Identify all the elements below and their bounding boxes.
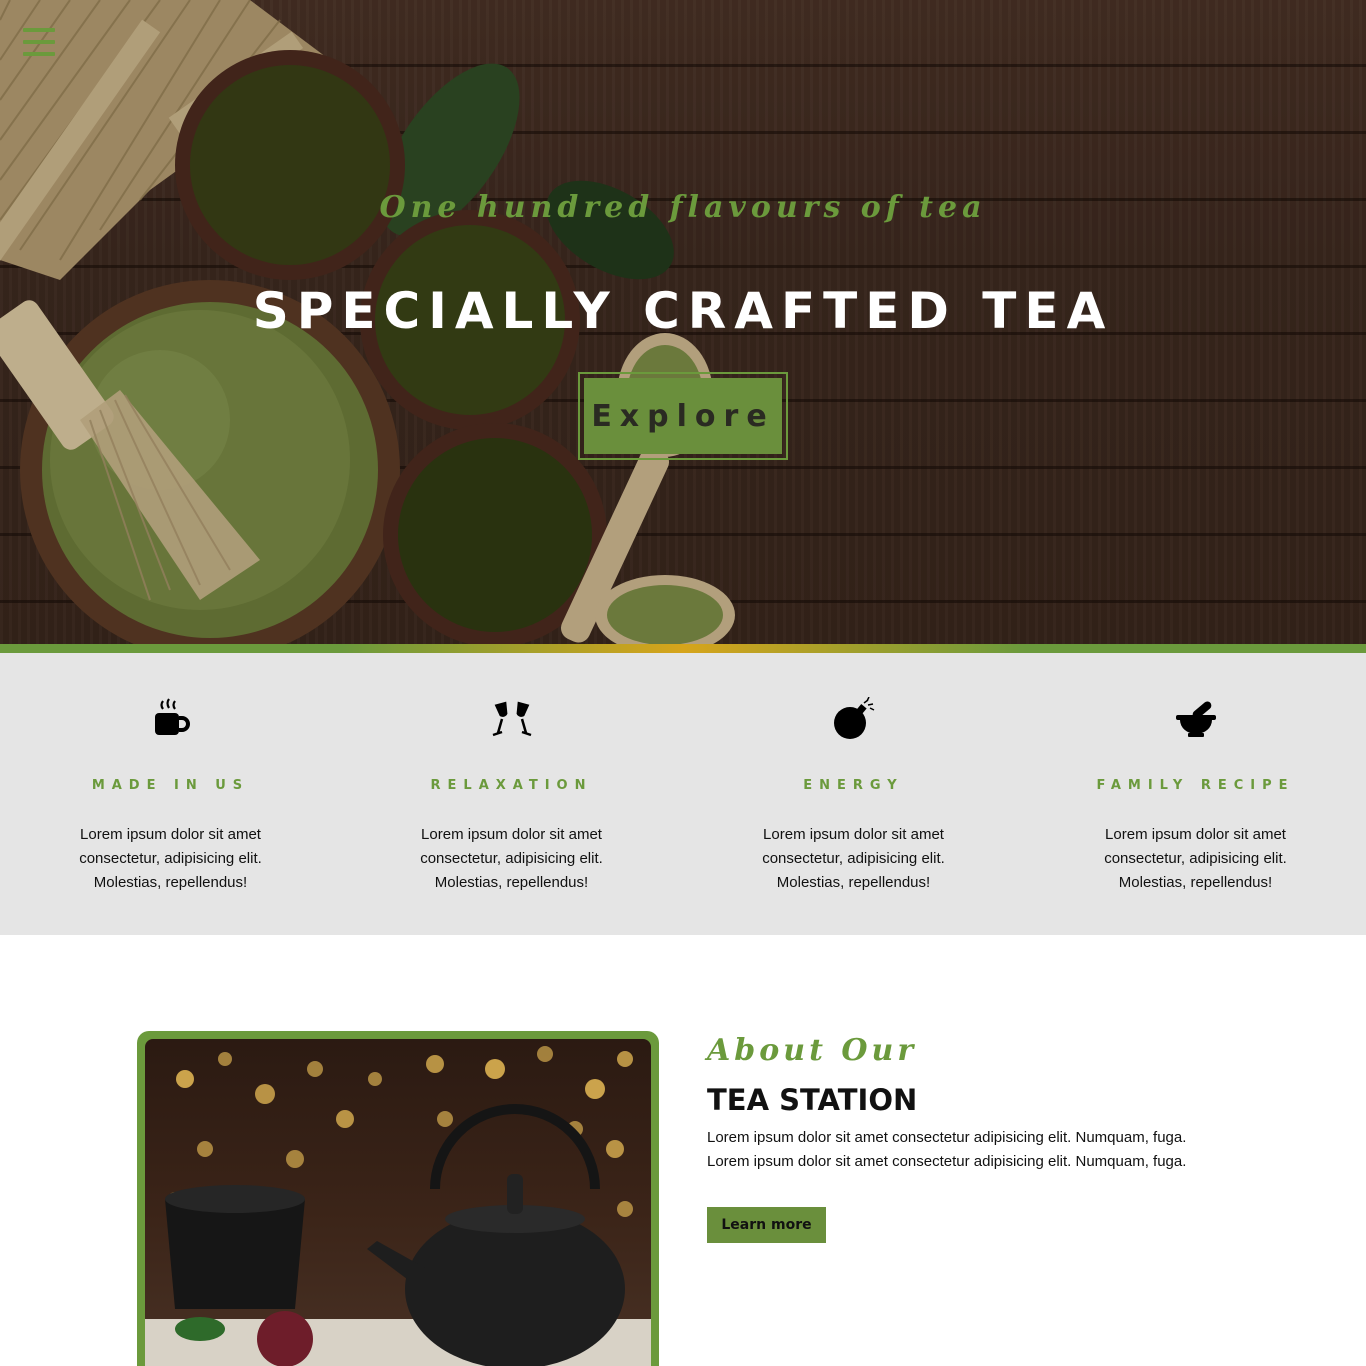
bomb-icon bbox=[833, 697, 874, 739]
glasses-cheers-icon bbox=[492, 701, 531, 737]
hot-coffee-mug-icon bbox=[154, 698, 190, 735]
hero-accent-bar bbox=[0, 644, 1366, 653]
about-photo-frame bbox=[137, 1031, 659, 1366]
feature-energy: ENERGY Lorem ipsum dolor sit amet consec… bbox=[683, 653, 1024, 935]
about-script-heading: About Our bbox=[707, 1033, 918, 1068]
feature-text: Lorem ipsum dolor sit amet consectetur, … bbox=[420, 826, 603, 891]
teapot-photo bbox=[145, 1039, 651, 1366]
feature-text: Lorem ipsum dolor sit amet consectetur, … bbox=[79, 826, 262, 891]
teapot-scene bbox=[145, 1046, 651, 1366]
feature-relaxation: RELAXATION Lorem ipsum dolor sit amet co… bbox=[341, 653, 682, 935]
feature-title: FAMILY RECIPE bbox=[1096, 778, 1295, 793]
hero-section: One hundred flavours of tea SPECIALLY CR… bbox=[0, 0, 1366, 646]
feature-title: MADE IN US bbox=[91, 778, 250, 793]
feature-text: Lorem ipsum dolor sit amet consectetur, … bbox=[1104, 826, 1287, 891]
mortar-pestle-icon bbox=[1175, 701, 1216, 737]
menu-bar bbox=[23, 40, 55, 44]
features-section: MADE IN US Lorem ipsum dolor sit amet co… bbox=[0, 653, 1366, 935]
menu-bar bbox=[23, 28, 55, 32]
feature-made-in-us: MADE IN US Lorem ipsum dolor sit amet co… bbox=[0, 653, 341, 935]
hero-tagline: One hundred flavours of tea bbox=[379, 190, 987, 225]
about-text: Lorem ipsum dolor sit amet consectetur a… bbox=[707, 1129, 1187, 1170]
feature-title: RELAXATION bbox=[430, 778, 593, 793]
feature-text: Lorem ipsum dolor sit amet consectetur, … bbox=[762, 826, 945, 891]
feature-family-recipe: FAMILY RECIPE Lorem ipsum dolor sit amet… bbox=[1025, 653, 1366, 935]
hero-title: SPECIALLY CRAFTED TEA bbox=[252, 282, 1114, 340]
explore-button-label: Explore bbox=[584, 378, 782, 454]
tea-cup bbox=[165, 1185, 305, 1309]
hamburger-menu-icon[interactable] bbox=[23, 28, 55, 58]
learn-more-button[interactable]: Learn more bbox=[707, 1207, 826, 1243]
menu-bar bbox=[23, 52, 55, 56]
feature-title: ENERGY bbox=[803, 778, 904, 793]
explore-button[interactable]: Explore bbox=[578, 372, 788, 460]
about-title: TEA STATION bbox=[707, 1083, 918, 1117]
